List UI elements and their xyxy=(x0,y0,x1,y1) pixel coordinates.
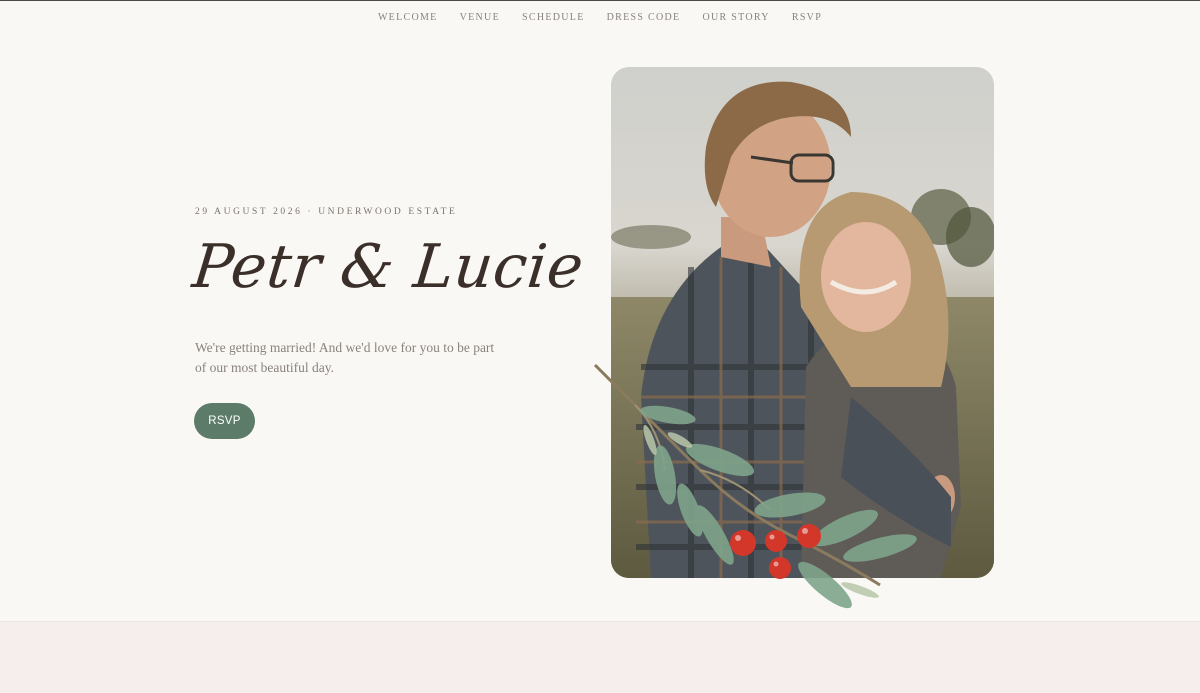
top-border xyxy=(0,0,1200,1)
hero-tagline: We're getting married! And we'd love for… xyxy=(195,340,495,375)
event-date-venue: 29 AUGUST 2026 · UNDERWOOD ESTATE xyxy=(195,207,458,217)
main-nav: WELCOME VENUE SCHEDULE DRESS CODE OUR ST… xyxy=(0,12,1200,23)
nav-link-rsvp[interactable]: RSVP xyxy=(792,12,822,23)
nav-link-our-story[interactable]: OUR STORY xyxy=(702,12,769,23)
nav-link-schedule[interactable]: SCHEDULE xyxy=(522,12,585,23)
nav-link-welcome[interactable]: WELCOME xyxy=(378,12,438,23)
couple-names-heading: Petr & Lucie xyxy=(189,232,588,302)
nav-link-dress-code[interactable]: DRESS CODE xyxy=(607,12,681,23)
rsvp-button[interactable]: RSVP xyxy=(194,403,255,439)
couple-photo xyxy=(611,67,994,578)
nav-link-venue[interactable]: VENUE xyxy=(460,12,500,23)
next-section-band xyxy=(0,622,1200,693)
